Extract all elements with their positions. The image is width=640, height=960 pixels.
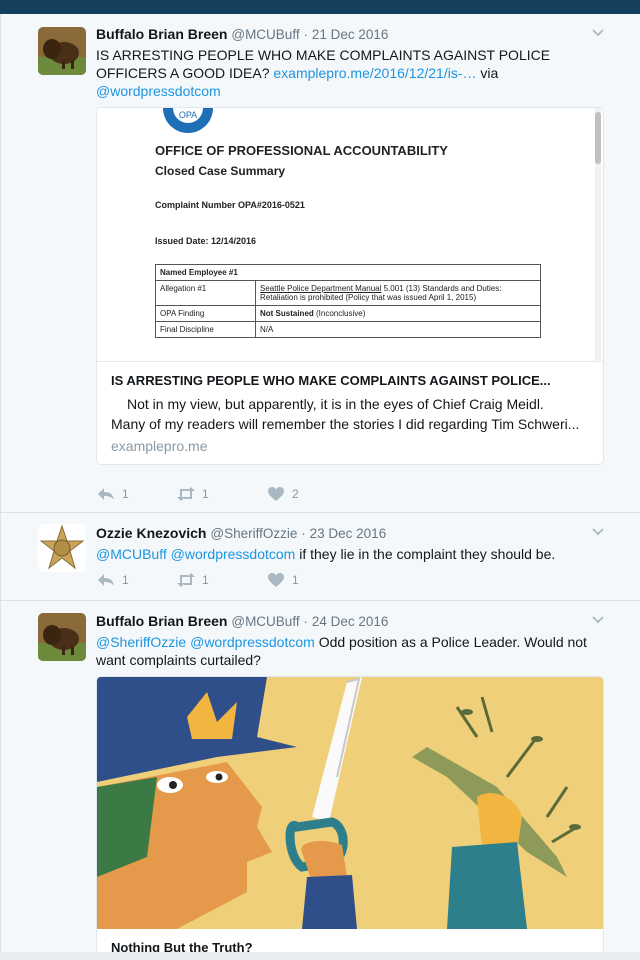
- avatar-sheriff-star[interactable]: [38, 524, 86, 572]
- complaint-number: Complaint Number OPA#2016-0521: [155, 200, 305, 210]
- tweet-text-span: Odd position as a Police Leader. Would n…: [314, 634, 587, 650]
- tweet-text: IS ARRESTING PEOPLE WHO MAKE COMPLAINTS …: [96, 46, 603, 100]
- like-icon[interactable]: [266, 486, 286, 502]
- like-icon[interactable]: [266, 572, 286, 588]
- tweet-actions: 1 1 1: [96, 571, 299, 589]
- card-description: Not in my view, but apparently, it is in…: [97, 388, 603, 434]
- reply-count: 1: [122, 487, 129, 501]
- tweet-text-span: if they lie in the complaint they should…: [295, 546, 556, 562]
- top-navigation-bar: [0, 0, 640, 14]
- author-fullname[interactable]: Buffalo Brian Breen: [96, 613, 227, 629]
- retweet-action[interactable]: 1: [176, 572, 266, 588]
- tweet-text-line: want complaints curtailed?: [96, 652, 261, 668]
- retweet-count: 1: [202, 487, 209, 501]
- document-scrollbar-thumb[interactable]: [595, 112, 601, 164]
- like-count: 2: [292, 487, 299, 501]
- link-card[interactable]: OPA OFFICE OF PROFESSIONAL ACCOUNTABILIT…: [96, 107, 604, 465]
- tweet[interactable]: Buffalo Brian Breen @MCUBuff · 21 Dec 20…: [1, 14, 640, 513]
- card-description-line: Many of my readers will remember the sto…: [111, 416, 580, 432]
- tweet-url-link[interactable]: examplepro.me/2016/12/21/is-…: [273, 65, 476, 81]
- avatar-bison[interactable]: [38, 613, 86, 661]
- document-subtitle: Closed Case Summary: [155, 164, 286, 178]
- mention-link[interactable]: @wordpressdotcom: [190, 634, 315, 650]
- tweet-text-span: OFFICERS A GOOD IDEA?: [96, 65, 274, 81]
- policy-link: Seattle Police Department Manual: [260, 284, 382, 293]
- mention-link[interactable]: @SheriffOzzie: [96, 634, 186, 650]
- reply-count: 1: [122, 573, 129, 587]
- illustration-image: [97, 677, 603, 929]
- time-separator: ·: [303, 27, 308, 42]
- author-screen-name[interactable]: @SheriffOzzie: [210, 526, 297, 541]
- table-label: Allegation #1: [155, 280, 256, 306]
- caret-down-icon[interactable]: [591, 613, 605, 627]
- tweet-text-span: via: [476, 65, 499, 81]
- tweet-header: Buffalo Brian Breen @MCUBuff · 24 Dec 20…: [96, 612, 603, 631]
- mention-link[interactable]: @wordpressdotcom: [171, 546, 296, 562]
- author-screen-name[interactable]: @MCUBuff: [231, 27, 299, 42]
- link-card[interactable]: Nothing But the Truth?: [96, 676, 604, 960]
- card-domain[interactable]: examplepro.me: [97, 434, 603, 454]
- tweet-text: @MCUBuff @wordpressdotcom if they lie in…: [96, 545, 603, 563]
- reply-icon[interactable]: [96, 486, 116, 502]
- tweet-header: Buffalo Brian Breen @MCUBuff · 21 Dec 20…: [96, 25, 603, 44]
- tweet-timestamp[interactable]: 23 Dec 2016: [310, 526, 387, 541]
- tweet-stream: Buffalo Brian Breen @MCUBuff · 21 Dec 20…: [0, 14, 640, 960]
- reply-icon[interactable]: [96, 572, 116, 588]
- card-document-image[interactable]: OPA OFFICE OF PROFESSIONAL ACCOUNTABILIT…: [97, 108, 603, 362]
- document-title: OFFICE OF PROFESSIONAL ACCOUNTABILITY: [155, 143, 448, 158]
- mention-link[interactable]: @wordpressdotcom: [96, 83, 221, 99]
- seal-logo-icon: OPA: [163, 108, 213, 133]
- reply-action[interactable]: 1: [96, 572, 176, 588]
- tweet[interactable]: Ozzie Knezovich @SheriffOzzie · 23 Dec 2…: [1, 513, 640, 601]
- caret-down-icon[interactable]: [591, 525, 605, 539]
- like-action[interactable]: 1: [266, 572, 299, 588]
- retweet-icon[interactable]: [176, 572, 196, 588]
- reply-action[interactable]: 1: [96, 486, 176, 502]
- tweet-text-line: IS ARRESTING PEOPLE WHO MAKE COMPLAINTS …: [96, 47, 551, 63]
- author-fullname[interactable]: Buffalo Brian Breen: [96, 26, 227, 42]
- mention-link[interactable]: @MCUBuff: [96, 546, 167, 562]
- table-value: N/A: [255, 321, 541, 338]
- author-screen-name[interactable]: @MCUBuff: [231, 614, 299, 629]
- tweet-timestamp[interactable]: 21 Dec 2016: [312, 27, 389, 42]
- case-table: Named Employee #1 Allegation #1 Seattle …: [155, 264, 541, 338]
- avatar-bison[interactable]: [38, 27, 86, 75]
- tweet-text: @SheriffOzzie @wordpressdotcom Odd posit…: [96, 633, 603, 669]
- issued-date: Issued Date: 12/14/2016: [155, 236, 257, 246]
- table-label: Final Discipline: [155, 321, 256, 338]
- page-bottom-edge: [0, 952, 640, 960]
- tweet-text-line: OFFICERS A GOOD IDEA? examplepro.me/2016…: [96, 64, 603, 82]
- card-description-line: Not in my view, but apparently, it is in…: [127, 396, 544, 412]
- author-fullname[interactable]: Ozzie Knezovich: [96, 525, 206, 541]
- finding-bold: Not Sustained: [260, 309, 314, 318]
- finding-rest: (Inconclusive): [313, 309, 366, 318]
- time-separator: ·: [301, 526, 306, 541]
- card-illustration[interactable]: [97, 677, 603, 929]
- table-value: Seattle Police Department Manual 5.001 (…: [255, 280, 541, 306]
- tweet-header: Ozzie Knezovich @SheriffOzzie · 23 Dec 2…: [96, 524, 603, 543]
- like-count: 1: [292, 573, 299, 587]
- table-value: Not Sustained (Inconclusive): [255, 305, 541, 322]
- retweet-action[interactable]: 1: [176, 486, 266, 502]
- tweet-timestamp[interactable]: 24 Dec 2016: [312, 614, 389, 629]
- retweet-count: 1: [202, 573, 209, 587]
- like-action[interactable]: 2: [266, 486, 299, 502]
- table-label: OPA Finding: [155, 305, 256, 322]
- time-separator: ·: [303, 614, 308, 629]
- tweet-actions: 1 1 2: [96, 485, 299, 503]
- retweet-icon[interactable]: [176, 486, 196, 502]
- caret-down-icon[interactable]: [591, 26, 605, 40]
- svg-text:OPA: OPA: [179, 110, 197, 120]
- card-title[interactable]: IS ARRESTING PEOPLE WHO MAKE COMPLAINTS …: [97, 362, 603, 388]
- table-header: Named Employee #1: [155, 264, 541, 281]
- tweet[interactable]: Buffalo Brian Breen @MCUBuff · 24 Dec 20…: [1, 601, 640, 960]
